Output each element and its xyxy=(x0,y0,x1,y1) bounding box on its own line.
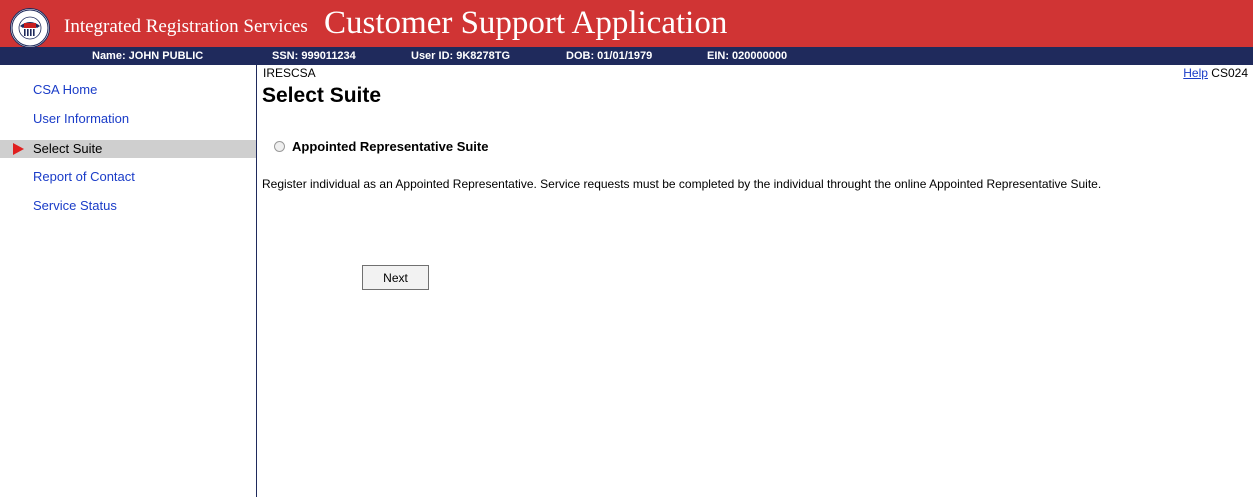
sidebar-item-select-suite[interactable]: Select Suite xyxy=(0,140,256,158)
suite-description: Register individual as an Appointed Repr… xyxy=(262,177,1102,191)
info-ssn: SSN: 999011234 xyxy=(272,50,356,62)
info-name: Name: JOHN PUBLIC xyxy=(92,50,204,62)
user-info-bar: Name: JOHN PUBLIC SSN: 999011234 User ID… xyxy=(0,47,1253,65)
screen-id: CS024 xyxy=(1211,66,1248,80)
ssa-seal-icon xyxy=(11,9,49,47)
sidebar-item-label: Report of Contact xyxy=(33,169,135,184)
appointed-representative-radio[interactable] xyxy=(274,141,285,152)
sidebar-item-report-of-contact[interactable]: Report of Contact xyxy=(0,168,256,186)
info-ein: EIN: 020000000 xyxy=(707,50,788,62)
sidebar-item-user-information[interactable]: User Information xyxy=(0,110,256,128)
sidebar-item-label: Service Status xyxy=(33,198,117,213)
next-button[interactable]: Next xyxy=(362,265,429,290)
info-dob: DOB: 01/01/1979 xyxy=(566,50,653,62)
sidebar-item-label: CSA Home xyxy=(33,82,98,97)
application-code: IRESCSA xyxy=(263,66,316,80)
sidebar-item-service-status[interactable]: Service Status xyxy=(0,197,256,215)
ssa-seal-logo xyxy=(10,8,50,48)
info-user-id: User ID: 9K8278TG xyxy=(411,50,511,62)
help-area: Help CS024 xyxy=(1183,66,1248,80)
page-title: Select Suite xyxy=(262,84,382,107)
app-title: Customer Support Application xyxy=(324,5,728,41)
brand-title: Integrated Registration Services xyxy=(64,16,308,37)
sidebar-item-label: User Information xyxy=(33,111,130,126)
current-page-arrow-icon xyxy=(13,143,24,155)
help-link[interactable]: Help xyxy=(1183,66,1208,80)
sidebar-item-label: Select Suite xyxy=(33,141,103,156)
sidebar-item-csa-home[interactable]: CSA Home xyxy=(0,81,256,99)
sidebar-nav: CSA Home User Information Select Suite R… xyxy=(0,65,257,497)
header-banner: Integrated Registration Services Custome… xyxy=(0,0,1253,47)
appointed-representative-label[interactable]: Appointed Representative Suite xyxy=(292,139,488,154)
